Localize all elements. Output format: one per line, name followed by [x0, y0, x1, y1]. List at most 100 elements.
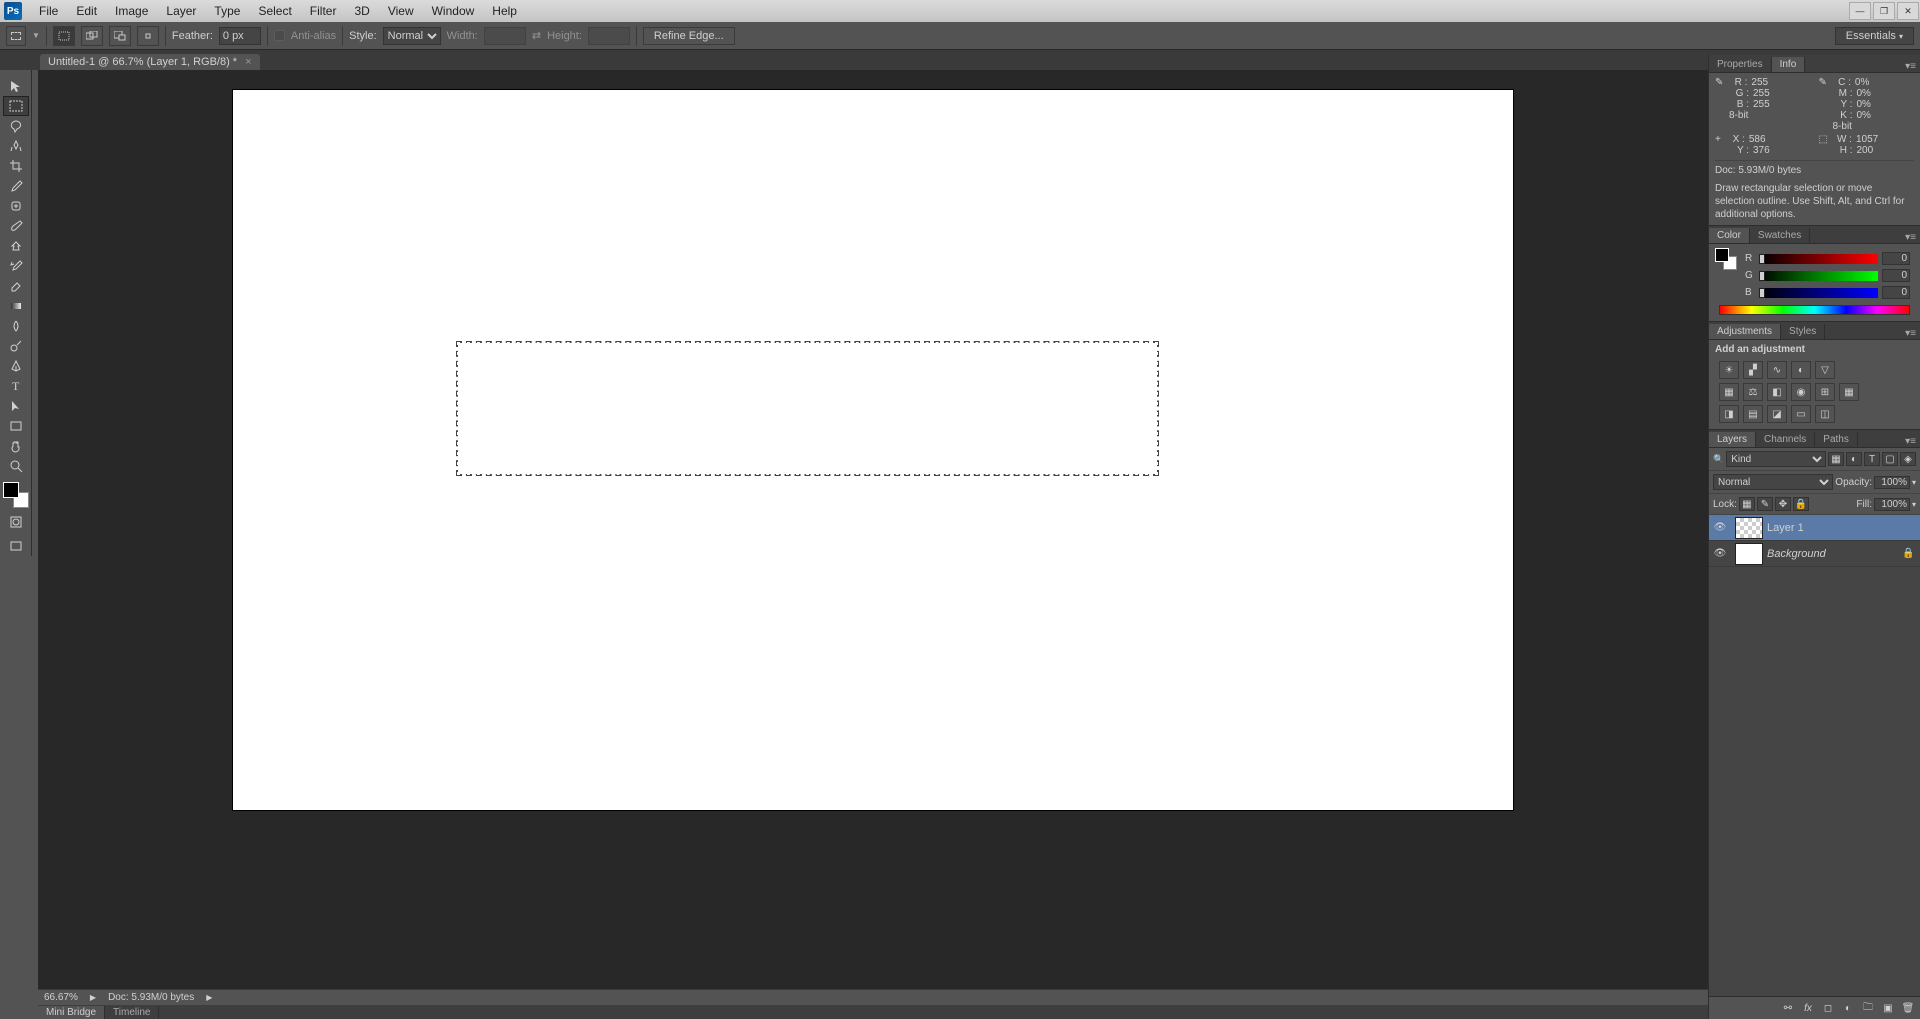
color-swatches[interactable]: [3, 482, 29, 508]
selection-subtract-button[interactable]: [109, 26, 131, 46]
timeline-tab[interactable]: Timeline: [105, 1006, 159, 1019]
hue-saturation-button[interactable]: ▦: [1719, 383, 1739, 401]
g-input[interactable]: [1882, 269, 1910, 282]
r-input[interactable]: [1882, 252, 1910, 265]
window-maximize-button[interactable]: ❐: [1873, 2, 1895, 20]
channels-tab[interactable]: Channels: [1756, 432, 1815, 447]
eraser-tool[interactable]: [3, 276, 29, 296]
channel-mixer-button[interactable]: ⊞: [1815, 383, 1835, 401]
properties-tab[interactable]: Properties: [1709, 57, 1772, 72]
lock-all-button[interactable]: 🔒: [1793, 497, 1809, 511]
move-tool[interactable]: [3, 76, 29, 96]
new-layer-button[interactable]: ▣: [1879, 1000, 1897, 1016]
menu-type[interactable]: Type: [205, 0, 249, 22]
panel-menu-icon[interactable]: ▾≡: [1901, 436, 1920, 447]
fill-input[interactable]: [1874, 498, 1910, 511]
threshold-button[interactable]: ◪: [1767, 405, 1787, 423]
filter-smart-button[interactable]: ◈: [1900, 452, 1916, 466]
r-slider[interactable]: [1759, 254, 1878, 264]
layer-row[interactable]: 👁 Background 🔒: [1709, 541, 1920, 567]
layer-filter-kind[interactable]: Kind: [1726, 451, 1826, 467]
screen-mode-button[interactable]: [3, 536, 29, 556]
healing-brush-tool[interactable]: [3, 196, 29, 216]
visibility-toggle[interactable]: 👁: [1709, 548, 1731, 559]
panel-menu-icon[interactable]: ▾≡: [1901, 328, 1920, 339]
b-slider[interactable]: [1759, 288, 1878, 298]
pen-tool[interactable]: [3, 356, 29, 376]
lock-transparency-button[interactable]: ▦: [1739, 497, 1755, 511]
layers-tab[interactable]: Layers: [1709, 432, 1756, 447]
foreground-color-swatch[interactable]: [3, 482, 19, 498]
refine-edge-button[interactable]: Refine Edge...: [643, 27, 735, 45]
clone-stamp-tool[interactable]: [3, 236, 29, 256]
menu-image[interactable]: Image: [106, 0, 157, 22]
fg-color-chip[interactable]: [1715, 248, 1729, 262]
eyedropper-tool[interactable]: [3, 176, 29, 196]
b-input[interactable]: [1882, 286, 1910, 299]
menu-file[interactable]: File: [30, 0, 67, 22]
window-minimize-button[interactable]: —: [1849, 2, 1871, 20]
canvas[interactable]: [233, 90, 1513, 810]
new-group-button[interactable]: 🗀: [1859, 1000, 1877, 1016]
paths-tab[interactable]: Paths: [1815, 432, 1858, 447]
filter-shape-button[interactable]: ▢: [1882, 452, 1898, 466]
document-tab-close[interactable]: ×: [245, 56, 251, 68]
filter-icon[interactable]: 🔍: [1713, 454, 1724, 465]
vibrance-button[interactable]: ▽: [1815, 361, 1835, 379]
selection-add-button[interactable]: [81, 26, 103, 46]
quick-selection-tool[interactable]: [3, 136, 29, 156]
gradient-map-button[interactable]: ▭: [1791, 405, 1811, 423]
selection-intersect-button[interactable]: [137, 26, 159, 46]
visibility-toggle[interactable]: 👁: [1709, 522, 1731, 533]
history-brush-tool[interactable]: [3, 256, 29, 276]
layer-name[interactable]: Layer 1: [1767, 522, 1920, 534]
black-white-button[interactable]: ◧: [1767, 383, 1787, 401]
dodge-tool[interactable]: [3, 336, 29, 356]
photo-filter-button[interactable]: ◉: [1791, 383, 1811, 401]
menu-layer[interactable]: Layer: [157, 0, 205, 22]
menu-edit[interactable]: Edit: [67, 0, 106, 22]
layer-mask-button[interactable]: ◻: [1819, 1000, 1837, 1016]
styles-tab[interactable]: Styles: [1781, 324, 1825, 339]
brush-tool[interactable]: [3, 216, 29, 236]
arrow-right-icon[interactable]: ▶: [206, 993, 212, 1002]
brightness-contrast-button[interactable]: ☀: [1719, 361, 1739, 379]
blur-tool[interactable]: [3, 316, 29, 336]
feather-input[interactable]: [219, 27, 261, 45]
menu-window[interactable]: Window: [423, 0, 484, 22]
adjustments-tab[interactable]: Adjustments: [1709, 324, 1781, 339]
layer-name[interactable]: Background: [1767, 548, 1902, 560]
panel-menu-icon[interactable]: ▾≡: [1901, 232, 1920, 243]
layer-style-button[interactable]: fx: [1799, 1000, 1817, 1016]
menu-filter[interactable]: Filter: [301, 0, 346, 22]
rectangle-tool[interactable]: [3, 416, 29, 436]
hand-tool[interactable]: [3, 436, 29, 456]
color-balance-button[interactable]: ⚖: [1743, 383, 1763, 401]
filter-pixel-button[interactable]: ▦: [1828, 452, 1844, 466]
selection-marquee[interactable]: [456, 341, 1159, 476]
layer-row[interactable]: 👁 Layer 1: [1709, 515, 1920, 541]
rectangular-marquee-tool[interactable]: [3, 96, 29, 116]
invert-button[interactable]: ◨: [1719, 405, 1739, 423]
link-layers-button[interactable]: ⚯: [1779, 1000, 1797, 1016]
lasso-tool[interactable]: [3, 116, 29, 136]
menu-help[interactable]: Help: [483, 0, 526, 22]
tool-preset-picker[interactable]: [6, 26, 26, 46]
workspace-switcher[interactable]: Essentials ▾: [1835, 27, 1914, 45]
swatches-tab[interactable]: Swatches: [1750, 228, 1810, 243]
menu-view[interactable]: View: [379, 0, 423, 22]
quick-mask-button[interactable]: [3, 512, 29, 532]
layer-thumbnail[interactable]: [1735, 517, 1763, 539]
zoom-level[interactable]: 66.67%: [44, 992, 78, 1003]
color-tab[interactable]: Color: [1709, 228, 1750, 243]
delete-layer-button[interactable]: 🗑: [1899, 1000, 1917, 1016]
opacity-input[interactable]: [1874, 476, 1910, 489]
color-spectrum[interactable]: [1719, 305, 1910, 315]
levels-button[interactable]: ▞: [1743, 361, 1763, 379]
exposure-button[interactable]: ◐: [1791, 361, 1811, 379]
g-slider[interactable]: [1759, 271, 1878, 281]
mini-bridge-tab[interactable]: Mini Bridge: [38, 1006, 105, 1019]
selective-color-button[interactable]: ◫: [1815, 405, 1835, 423]
curves-button[interactable]: ∿: [1767, 361, 1787, 379]
new-fill-adjustment-button[interactable]: ◐: [1839, 1000, 1857, 1016]
